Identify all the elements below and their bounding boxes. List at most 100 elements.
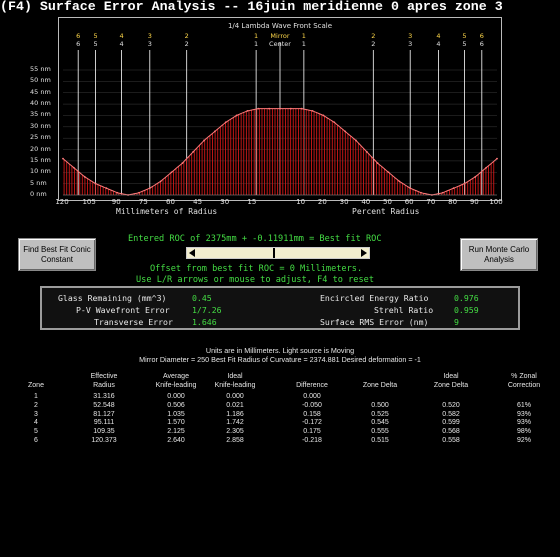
table-cell: 0.545 — [371, 419, 389, 427]
data-point — [138, 191, 140, 194]
glass-remaining-label: Glass Remaining (mm^3) — [58, 293, 167, 303]
data-point — [463, 182, 466, 185]
table-cell: 5 — [34, 428, 38, 436]
x-axis-label-left: Millimeters of Radius — [116, 207, 218, 216]
x-tick-label-right: 100 — [489, 198, 503, 206]
data-point — [72, 166, 75, 169]
zone-label-right-sub: 6 — [480, 40, 484, 48]
y-tick-label: 50 nm — [30, 76, 51, 85]
x-tick-label-left: 30 — [220, 198, 230, 206]
x-tick-label-left: 45 — [193, 198, 203, 206]
table-header: Knife-leading — [155, 382, 197, 389]
zone-label-left: 2 — [185, 32, 189, 40]
zone-label-left: 4 — [120, 32, 124, 40]
find-best-fit-conic-button[interactable]: Find Best Fit Conic Constant — [18, 238, 96, 271]
table-header: Zone Delta — [433, 382, 469, 389]
y-tick-label: 15 nm — [30, 155, 51, 164]
zone-label-left: 6 — [76, 32, 80, 40]
data-point — [409, 187, 412, 190]
x-tick-label-left: 120 — [55, 198, 69, 206]
data-point — [62, 157, 64, 160]
x-tick-label-left: 75 — [138, 198, 148, 206]
data-point — [289, 107, 292, 110]
y-tick-label: 10 nm — [30, 167, 51, 176]
table-cell: 0.021 — [226, 401, 244, 409]
encircled-energy-label: Encircled Energy Ratio — [320, 293, 429, 303]
window-title: (F4) Surface Error Analysis -- 16juin me… — [0, 0, 503, 14]
zone-label-left-sub: 2 — [185, 40, 189, 48]
data-point — [192, 150, 195, 153]
pv-wavefront-value: 1/7.26 — [192, 305, 222, 315]
run-monte-carlo-button[interactable]: Run Monte Carlo Analysis — [460, 238, 538, 271]
data-point — [474, 175, 477, 178]
zone-label-right: 3 — [408, 32, 412, 40]
table-cell: 2.640 — [167, 437, 185, 444]
x-tick-label-left: 15 — [247, 198, 257, 206]
table-header: Knife-leading — [214, 382, 256, 389]
glass-remaining-value: 0.45 — [192, 293, 212, 303]
zone-label-right-sub: 3 — [408, 40, 412, 48]
data-point — [246, 110, 249, 112]
y-tick-label: 35 nm — [30, 110, 51, 119]
roc-adjust-slider[interactable] — [186, 247, 370, 259]
x-tick-label-right: 30 — [339, 198, 349, 206]
transverse-error-value: 1.646 — [192, 317, 217, 327]
zone-label-right: 2 — [371, 32, 375, 40]
table-cell: 0.000 — [167, 393, 185, 400]
table-cell: 81.127 — [93, 410, 115, 418]
table-cell: 52.548 — [93, 401, 115, 409]
slider-left-arrow-icon[interactable] — [189, 249, 195, 257]
table-cell: 2 — [34, 401, 38, 409]
data-point — [355, 139, 357, 142]
y-tick-label: 0 nm — [30, 190, 47, 198]
entered-roc-text: Entered ROC of 2375mm + -0.11911mm = Bes… — [128, 234, 382, 244]
data-point — [235, 114, 238, 117]
units-line: Units are in Millimeters. Light source i… — [205, 346, 355, 355]
data-point — [300, 107, 303, 110]
surface-rms-value: 9 — [454, 317, 459, 327]
zone-label-left-sub: 4 — [120, 40, 124, 48]
x-axis-label-right: Percent Radius — [352, 207, 420, 216]
data-point — [387, 171, 390, 174]
zone-label-right-sub: 4 — [436, 40, 440, 48]
zone-label-left: 1 — [254, 32, 258, 40]
x-tick-label-right: 80 — [448, 198, 458, 206]
table-cell: 109.35 — [93, 428, 115, 436]
data-point — [83, 175, 86, 178]
table-cell: 0.000 — [303, 393, 321, 400]
x-tick-label-left: 105 — [82, 198, 96, 206]
mirror-center-label: Mirror — [270, 32, 289, 40]
table-header-top: Ideal — [227, 373, 243, 380]
x-tick-label-right: 70 — [426, 198, 436, 206]
table-cell: -0.218 — [302, 437, 322, 444]
zone-label-right: 4 — [436, 32, 440, 40]
table-cell: 95.111 — [93, 419, 115, 427]
y-tick-label: 40 nm — [30, 99, 51, 108]
data-point — [322, 114, 325, 117]
x-tick-label-right: 90 — [469, 198, 479, 206]
table-cell: 120.373 — [91, 437, 117, 444]
data-point — [485, 166, 488, 169]
data-point — [441, 191, 444, 194]
zone-label-left: 5 — [93, 32, 97, 40]
zone-label-right: 1 — [302, 32, 306, 40]
x-tick-label-right: 60 — [404, 198, 414, 206]
zone-label-left-sub: 3 — [148, 40, 152, 48]
data-point — [398, 180, 401, 183]
pv-wavefront-label: P-V Wavefront Error — [76, 305, 170, 315]
slider-thumb[interactable] — [273, 248, 275, 258]
x-tick-label-right: 50 — [383, 198, 392, 206]
y-tick-label: 5 nm — [30, 178, 47, 187]
table-cell: 3 — [34, 410, 38, 418]
table-cell: 0.500 — [371, 401, 389, 409]
table-cell: 4 — [34, 419, 38, 427]
table-cell: 1.035 — [167, 410, 185, 418]
table-header: Zone — [28, 382, 44, 389]
table-cell: 0.000 — [226, 393, 244, 400]
slider-right-arrow-icon[interactable] — [361, 249, 367, 257]
chart-header: 1/4 Lambda Wave Front Scale — [228, 22, 332, 30]
surface-rms-label: Surface RMS Error (nm) — [320, 317, 429, 327]
table-cell: 2.858 — [226, 437, 244, 444]
table-cell: 0.158 — [303, 410, 321, 418]
data-point — [268, 107, 271, 110]
